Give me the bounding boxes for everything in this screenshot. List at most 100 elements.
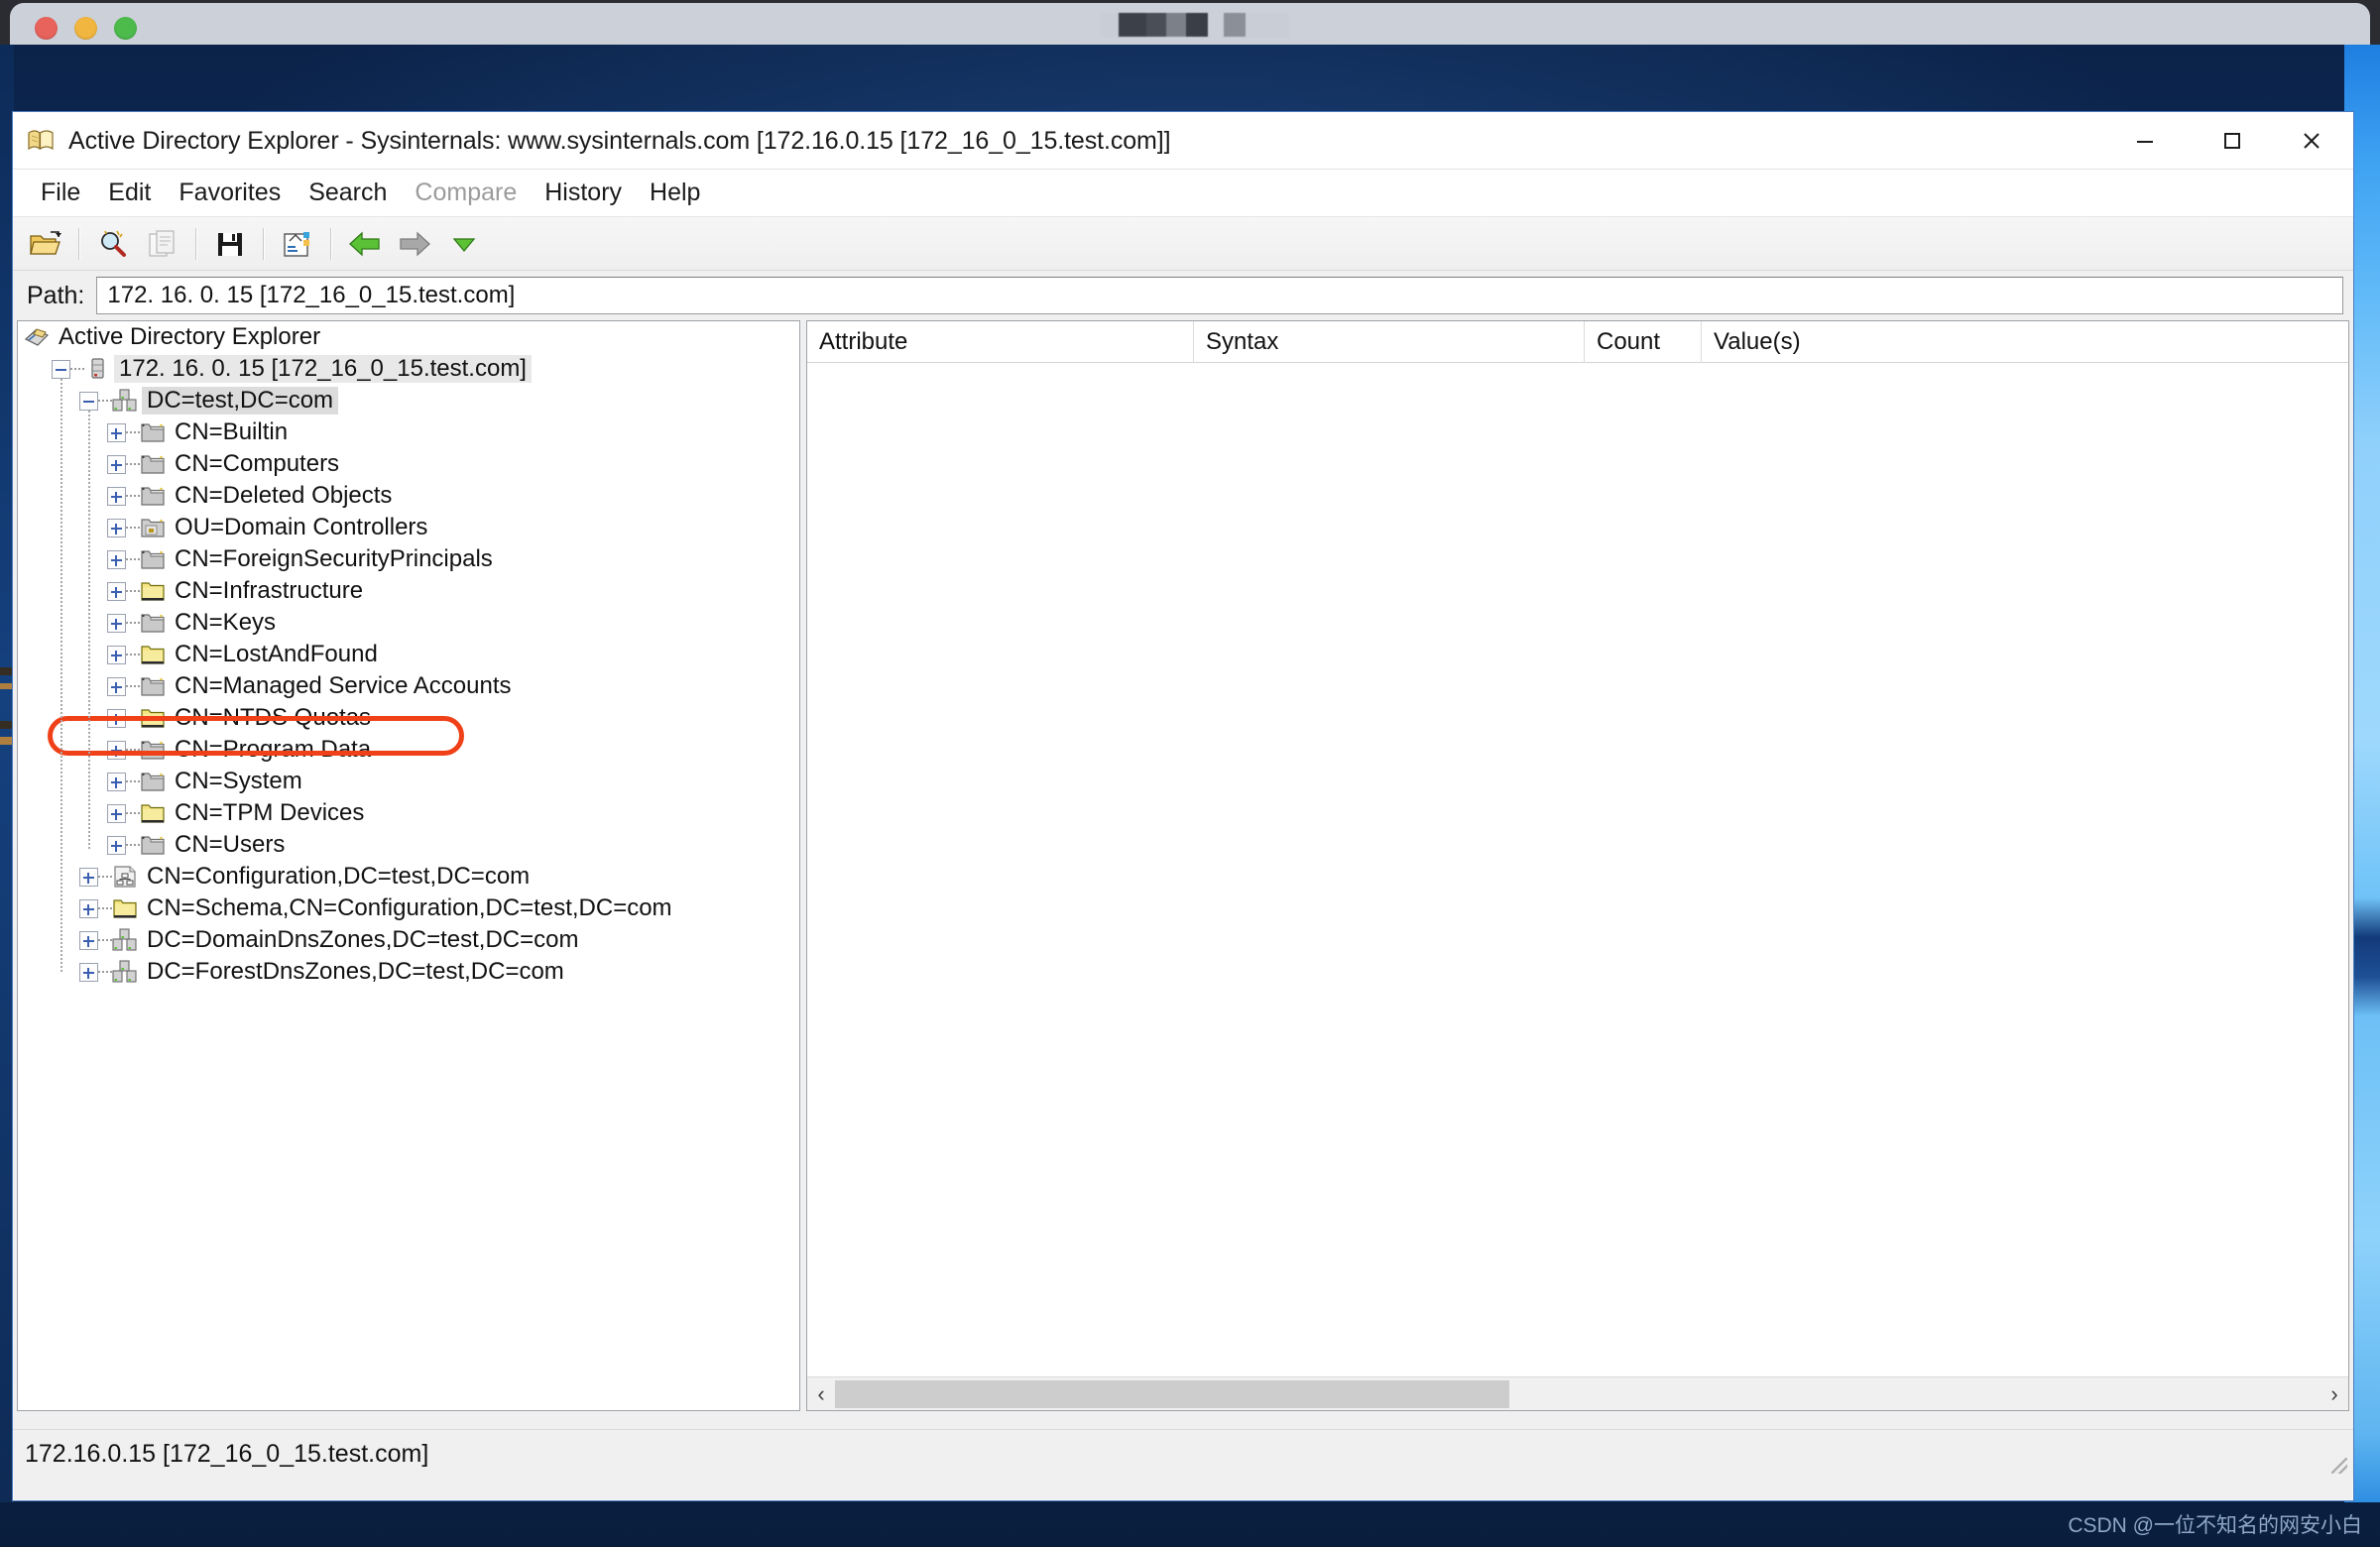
tree-node[interactable]: CN=Keys bbox=[18, 607, 799, 639]
expand-node-icon[interactable] bbox=[79, 898, 98, 918]
expand-node-icon[interactable] bbox=[107, 645, 126, 664]
expand-node-icon[interactable] bbox=[107, 549, 126, 569]
path-bar: Path: 172. 16. 0. 15 [172_16_0_15.test.c… bbox=[13, 271, 2353, 320]
window-title: Active Directory Explorer - Sysinternals… bbox=[68, 127, 1171, 155]
minimize-button[interactable] bbox=[2110, 112, 2179, 169]
tree-node[interactable]: CN=Computers bbox=[18, 448, 799, 480]
configuration-icon bbox=[112, 865, 138, 889]
tree-node[interactable]: CN=Deleted Objects bbox=[18, 480, 799, 512]
tree-node[interactable]: CN=Program Data bbox=[18, 734, 799, 766]
tree-connector bbox=[126, 527, 140, 529]
tree-connector bbox=[126, 749, 140, 751]
attributes-list[interactable] bbox=[807, 363, 2348, 1376]
column-header-syntax[interactable]: Syntax bbox=[1194, 321, 1585, 363]
menu-search[interactable]: Search bbox=[295, 178, 401, 207]
folder-yellow-icon bbox=[140, 643, 166, 666]
maximize-button[interactable] bbox=[2198, 112, 2266, 169]
tree-node[interactable]: CN=Schema,CN=Configuration,DC=test,DC=co… bbox=[18, 892, 799, 924]
tree-node[interactable]: CN=Users bbox=[18, 829, 799, 861]
tree-node[interactable]: DC=ForestDnsZones,DC=test,DC=com bbox=[18, 956, 799, 988]
tree-connector bbox=[126, 463, 140, 465]
folder-gray-icon bbox=[140, 547, 166, 571]
expand-node-icon[interactable] bbox=[107, 772, 126, 791]
collapse-node-icon[interactable] bbox=[52, 359, 70, 379]
tree-node[interactable]: CN=TPM Devices bbox=[18, 797, 799, 829]
tree-node-label: DC=test,DC=com bbox=[142, 387, 339, 415]
expand-node-icon[interactable] bbox=[107, 676, 126, 696]
tree-connector bbox=[126, 812, 140, 814]
expand-node-icon[interactable] bbox=[79, 962, 98, 982]
expand-node-icon[interactable] bbox=[107, 835, 126, 855]
scroll-left-arrow-icon[interactable]: ‹ bbox=[807, 1378, 835, 1410]
folder-gray-icon bbox=[140, 674, 166, 698]
expand-node-icon[interactable] bbox=[107, 422, 126, 442]
expand-node-icon[interactable] bbox=[107, 740, 126, 760]
menu-history[interactable]: History bbox=[531, 178, 636, 207]
folder-gray-icon bbox=[140, 770, 166, 793]
tree-node[interactable]: CN=NTDS Quotas bbox=[18, 702, 799, 734]
column-header-values[interactable]: Value(s) bbox=[1702, 321, 2336, 363]
menu-edit[interactable]: Edit bbox=[94, 178, 165, 207]
tree-node[interactable]: Active Directory Explorer bbox=[18, 321, 799, 353]
expand-node-icon[interactable] bbox=[79, 867, 98, 887]
tree-node[interactable]: CN=Infrastructure bbox=[18, 575, 799, 607]
tree-node[interactable]: OU=Domain Controllers bbox=[18, 512, 799, 543]
tree-connector bbox=[70, 368, 84, 370]
directory-tree[interactable]: Active Directory Explorer 172. 16. 0. 15 … bbox=[17, 320, 800, 1411]
tree-node[interactable]: CN=ForeignSecurityPrincipals bbox=[18, 543, 799, 575]
mac-close-button[interactable] bbox=[35, 17, 58, 40]
expand-node-icon[interactable] bbox=[107, 708, 126, 728]
tree-node[interactable]: CN=System bbox=[18, 766, 799, 797]
tree-node[interactable]: CN=Builtin bbox=[18, 416, 799, 448]
tree-connector bbox=[126, 590, 140, 592]
path-input[interactable]: 172. 16. 0. 15 [172_16_0_15.test.com] bbox=[96, 277, 2343, 314]
menu-favorites[interactable]: Favorites bbox=[165, 178, 295, 207]
scroll-right-arrow-icon[interactable]: › bbox=[2320, 1378, 2348, 1410]
forward-arrow-icon bbox=[392, 222, 437, 266]
open-connection-icon[interactable] bbox=[23, 222, 68, 266]
tree-node[interactable]: 172. 16. 0. 15 [172_16_0_15.test.com] bbox=[18, 353, 799, 385]
toolbar-separator bbox=[78, 227, 80, 260]
scrollbar-track[interactable] bbox=[835, 1378, 2320, 1409]
back-arrow-icon[interactable] bbox=[342, 222, 388, 266]
mac-maximize-button[interactable] bbox=[114, 17, 137, 40]
expand-node-icon[interactable] bbox=[107, 613, 126, 633]
tree-node[interactable]: CN=Configuration,DC=test,DC=com bbox=[18, 861, 799, 892]
resize-grip[interactable] bbox=[2331, 1458, 2347, 1474]
tree-node-label: 172. 16. 0. 15 [172_16_0_15.test.com] bbox=[114, 355, 532, 383]
tree-node[interactable]: DC=test,DC=com bbox=[18, 385, 799, 416]
expand-node-icon[interactable] bbox=[107, 803, 126, 823]
tree-connector bbox=[126, 431, 140, 433]
history-dropdown-icon[interactable] bbox=[441, 222, 487, 266]
tree-node-label: CN=Builtin bbox=[175, 418, 289, 445]
horizontal-scrollbar[interactable]: ‹ › bbox=[807, 1376, 2348, 1410]
expand-node-icon[interactable] bbox=[107, 486, 126, 506]
expand-node-icon[interactable] bbox=[107, 518, 126, 537]
close-button[interactable] bbox=[2277, 112, 2345, 169]
column-header-count[interactable]: Count bbox=[1585, 321, 1702, 363]
menubar: File Edit Favorites Search Compare Histo… bbox=[13, 170, 2353, 217]
expand-node-icon[interactable] bbox=[79, 930, 98, 950]
tree-node[interactable]: CN=LostAndFound bbox=[18, 639, 799, 670]
collapse-node-icon[interactable] bbox=[79, 391, 98, 411]
expand-node-icon[interactable] bbox=[107, 454, 126, 474]
folder-yellow-icon bbox=[140, 801, 166, 825]
search-icon[interactable] bbox=[90, 222, 136, 266]
column-header-attribute[interactable]: Attribute bbox=[807, 321, 1194, 363]
save-snapshot-icon[interactable] bbox=[207, 222, 253, 266]
tree-node[interactable]: DC=DomainDnsZones,DC=test,DC=com bbox=[18, 924, 799, 956]
expand-node-icon[interactable] bbox=[107, 581, 126, 601]
scrollbar-thumb[interactable] bbox=[835, 1379, 1509, 1408]
ad-explorer-icon bbox=[24, 325, 50, 349]
menu-file[interactable]: File bbox=[27, 178, 94, 207]
mac-minimize-button[interactable] bbox=[74, 17, 97, 40]
tree-guide-line bbox=[60, 379, 62, 972]
tree-node[interactable]: CN=Managed Service Accounts bbox=[18, 670, 799, 702]
domain-icon bbox=[112, 928, 138, 952]
properties-icon[interactable] bbox=[275, 222, 320, 266]
menu-help[interactable]: Help bbox=[636, 178, 714, 207]
